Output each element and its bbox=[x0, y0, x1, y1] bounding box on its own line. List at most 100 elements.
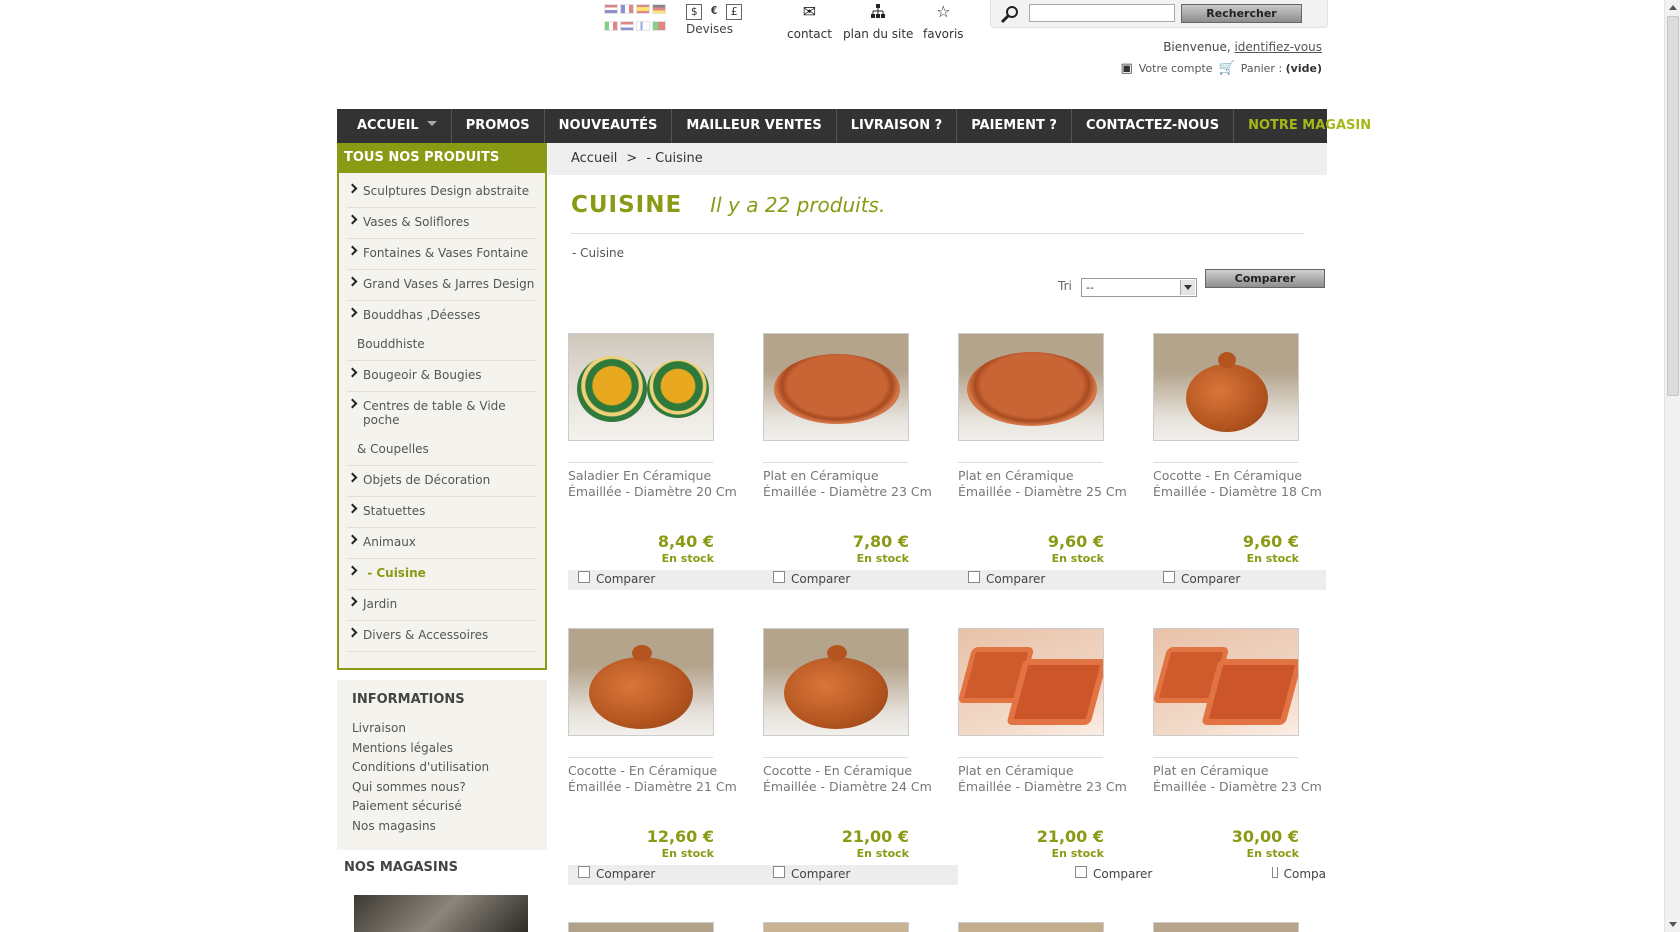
category-item-cuisine[interactable]: - Cuisine bbox=[347, 559, 537, 590]
product-name[interactable]: Cocotte - En Céramique Émaillée - Diamèt… bbox=[763, 763, 933, 795]
flag-es-icon[interactable] bbox=[636, 4, 650, 14]
language-flags[interactable] bbox=[604, 4, 678, 38]
search-input[interactable] bbox=[1029, 4, 1175, 22]
compare-checkbox[interactable]: Comparer bbox=[578, 865, 655, 881]
category-item[interactable]: Centres de table & Vide poche & Coupelles bbox=[347, 392, 537, 466]
product-image-partial[interactable] bbox=[763, 922, 909, 932]
account-link[interactable]: Votre compte bbox=[1139, 62, 1213, 75]
category-item[interactable]: Bouddhas ,Déesses Bouddhiste bbox=[347, 301, 537, 361]
compare-button[interactable]: Comparer bbox=[1205, 269, 1325, 288]
nav-paiement[interactable]: PAIEMENT ? bbox=[957, 109, 1072, 143]
product-name[interactable]: Cocotte - En Céramique Émaillée - Diamèt… bbox=[1153, 468, 1323, 500]
nav-accueil[interactable]: ACCUEIL bbox=[337, 109, 452, 143]
product-card[interactable]: Cocotte - En Céramique Émaillée - Diamèt… bbox=[763, 628, 941, 860]
flag-pt-icon[interactable] bbox=[652, 21, 666, 31]
cart-link[interactable]: Panier : (vide) bbox=[1241, 62, 1322, 75]
info-link-paiement[interactable]: Paiement sécurisé bbox=[352, 797, 532, 817]
currency-dollar[interactable]: $ bbox=[686, 4, 702, 20]
category-item[interactable]: Vases & Soliflores bbox=[347, 208, 537, 239]
store-photo[interactable] bbox=[354, 895, 528, 932]
category-item[interactable]: Jardin bbox=[347, 590, 537, 621]
search-button[interactable]: Rechercher bbox=[1181, 4, 1302, 23]
scroll-down-icon[interactable] bbox=[1669, 922, 1677, 927]
compare-checkbox[interactable]: Comparer bbox=[578, 570, 655, 586]
checkbox[interactable] bbox=[1075, 865, 1087, 878]
product-name[interactable]: Saladier En Céramique Émaillée - Diamètr… bbox=[568, 468, 738, 500]
scroll-up-icon[interactable] bbox=[1669, 5, 1677, 10]
product-card[interactable]: Cocotte - En Céramique Émaillée - Diamèt… bbox=[568, 628, 746, 860]
compare-checkbox[interactable]: Comparer bbox=[1075, 865, 1152, 881]
compare-checkbox[interactable]: Comparer bbox=[1163, 570, 1240, 586]
currency-pound[interactable]: £ bbox=[726, 4, 742, 20]
product-card[interactable]: Plat en Céramique Émaillée - Diamètre 23… bbox=[958, 628, 1136, 860]
info-link-qui-sommes-nous[interactable]: Qui sommes nous? bbox=[352, 778, 532, 798]
breadcrumb-home[interactable]: Accueil bbox=[571, 151, 617, 166]
product-image[interactable] bbox=[763, 628, 909, 736]
info-link-magasins[interactable]: Nos magasins bbox=[352, 817, 532, 837]
product-card[interactable]: Plat en Céramique Émaillée - Diamètre 23… bbox=[1153, 628, 1331, 860]
checkbox[interactable] bbox=[578, 570, 590, 583]
product-image-partial[interactable] bbox=[568, 922, 714, 932]
scroll-thumb[interactable] bbox=[1667, 16, 1679, 396]
product-name[interactable]: Plat en Céramique Émaillée - Diamètre 25… bbox=[958, 468, 1128, 500]
checkbox[interactable] bbox=[578, 865, 590, 878]
product-card[interactable]: Saladier En Céramique Émaillée - Diamètr… bbox=[568, 333, 746, 565]
nav-promos[interactable]: PROMOS bbox=[452, 109, 545, 143]
product-image-partial[interactable] bbox=[1153, 922, 1299, 932]
product-card[interactable]: Plat en Céramique Émaillée - Diamètre 25… bbox=[958, 333, 1136, 565]
flag-fr-icon[interactable] bbox=[620, 4, 634, 14]
nav-nouveautes[interactable]: NOUVEAUTÉS bbox=[545, 109, 673, 143]
product-image[interactable] bbox=[1153, 628, 1299, 736]
category-item[interactable]: Animaux bbox=[347, 528, 537, 559]
category-item[interactable]: Objets de Décoration bbox=[347, 466, 537, 497]
compare-checkbox[interactable]: Comparer bbox=[773, 865, 850, 881]
product-name[interactable]: Plat en Céramique Émaillée - Diamètre 23… bbox=[763, 468, 933, 500]
category-item[interactable]: Grand Vases & Jarres Design bbox=[347, 270, 537, 301]
vertical-scrollbar[interactable] bbox=[1664, 0, 1680, 932]
sitemap-link[interactable]: plan du site bbox=[843, 3, 913, 41]
product-name[interactable]: Plat en Céramique Émaillée - Diamètre 23… bbox=[958, 763, 1128, 795]
info-link-livraison[interactable]: Livraison bbox=[352, 719, 532, 739]
checkbox[interactable] bbox=[1163, 570, 1175, 583]
category-item[interactable]: Bougeoir & Bougies bbox=[347, 361, 537, 392]
product-image-partial[interactable] bbox=[958, 922, 1104, 932]
compare-checkbox[interactable]: Compa bbox=[1272, 867, 1326, 881]
product-image[interactable] bbox=[958, 333, 1104, 441]
product-card[interactable]: Cocotte - En Céramique Émaillée - Diamèt… bbox=[1153, 333, 1331, 565]
product-image[interactable] bbox=[763, 333, 909, 441]
flag-nl-icon[interactable] bbox=[620, 21, 634, 31]
contact-link[interactable]: ✉ contact bbox=[787, 3, 832, 42]
sort-select[interactable]: -- bbox=[1081, 278, 1197, 297]
product-name[interactable]: Plat en Céramique Émaillée - Diamètre 23… bbox=[1153, 763, 1323, 795]
favorites-link[interactable]: ☆ favoris bbox=[923, 3, 964, 42]
category-item[interactable]: Statuettes bbox=[347, 497, 537, 528]
product-image[interactable] bbox=[568, 628, 714, 736]
compare-checkbox[interactable]: Comparer bbox=[968, 570, 1045, 586]
info-link-conditions[interactable]: Conditions d'utilisation bbox=[352, 758, 532, 778]
product-image[interactable] bbox=[958, 628, 1104, 736]
flag-fi-icon[interactable] bbox=[636, 21, 650, 31]
flag-it-icon[interactable] bbox=[604, 21, 618, 31]
nav-meilleures-ventes[interactable]: MAILLEUR VENTES bbox=[672, 109, 837, 143]
nav-contactez-nous[interactable]: CONTACTEZ-NOUS bbox=[1072, 109, 1235, 143]
compare-checkbox[interactable]: Comparer bbox=[773, 570, 850, 586]
flag-de-icon[interactable] bbox=[652, 4, 666, 14]
currency-euro[interactable]: € bbox=[706, 4, 722, 20]
category-item[interactable]: Sculptures Design abstraite bbox=[347, 177, 537, 208]
category-item[interactable]: Divers & Accessoires bbox=[347, 621, 537, 652]
login-link[interactable]: identifiez-vous bbox=[1234, 40, 1322, 54]
checkbox[interactable] bbox=[773, 865, 785, 878]
flag-us-icon[interactable] bbox=[604, 4, 618, 14]
category-item[interactable]: Fontaines & Vases Fontaine bbox=[347, 239, 537, 270]
nav-livraison[interactable]: LIVRAISON ? bbox=[837, 109, 958, 143]
nav-notre-magasin[interactable]: NOTRE MAGASIN bbox=[1234, 109, 1385, 143]
product-image[interactable] bbox=[568, 333, 714, 441]
subcategory-link[interactable]: - Cuisine bbox=[572, 246, 624, 260]
product-card[interactable]: Plat en Céramique Émaillée - Diamètre 23… bbox=[763, 333, 941, 565]
info-link-mentions[interactable]: Mentions légales bbox=[352, 739, 532, 759]
product-name[interactable]: Cocotte - En Céramique Émaillée - Diamèt… bbox=[568, 763, 738, 795]
product-image[interactable] bbox=[1153, 333, 1299, 441]
checkbox[interactable] bbox=[773, 570, 785, 583]
checkbox[interactable] bbox=[1272, 867, 1278, 878]
checkbox[interactable] bbox=[968, 570, 980, 583]
